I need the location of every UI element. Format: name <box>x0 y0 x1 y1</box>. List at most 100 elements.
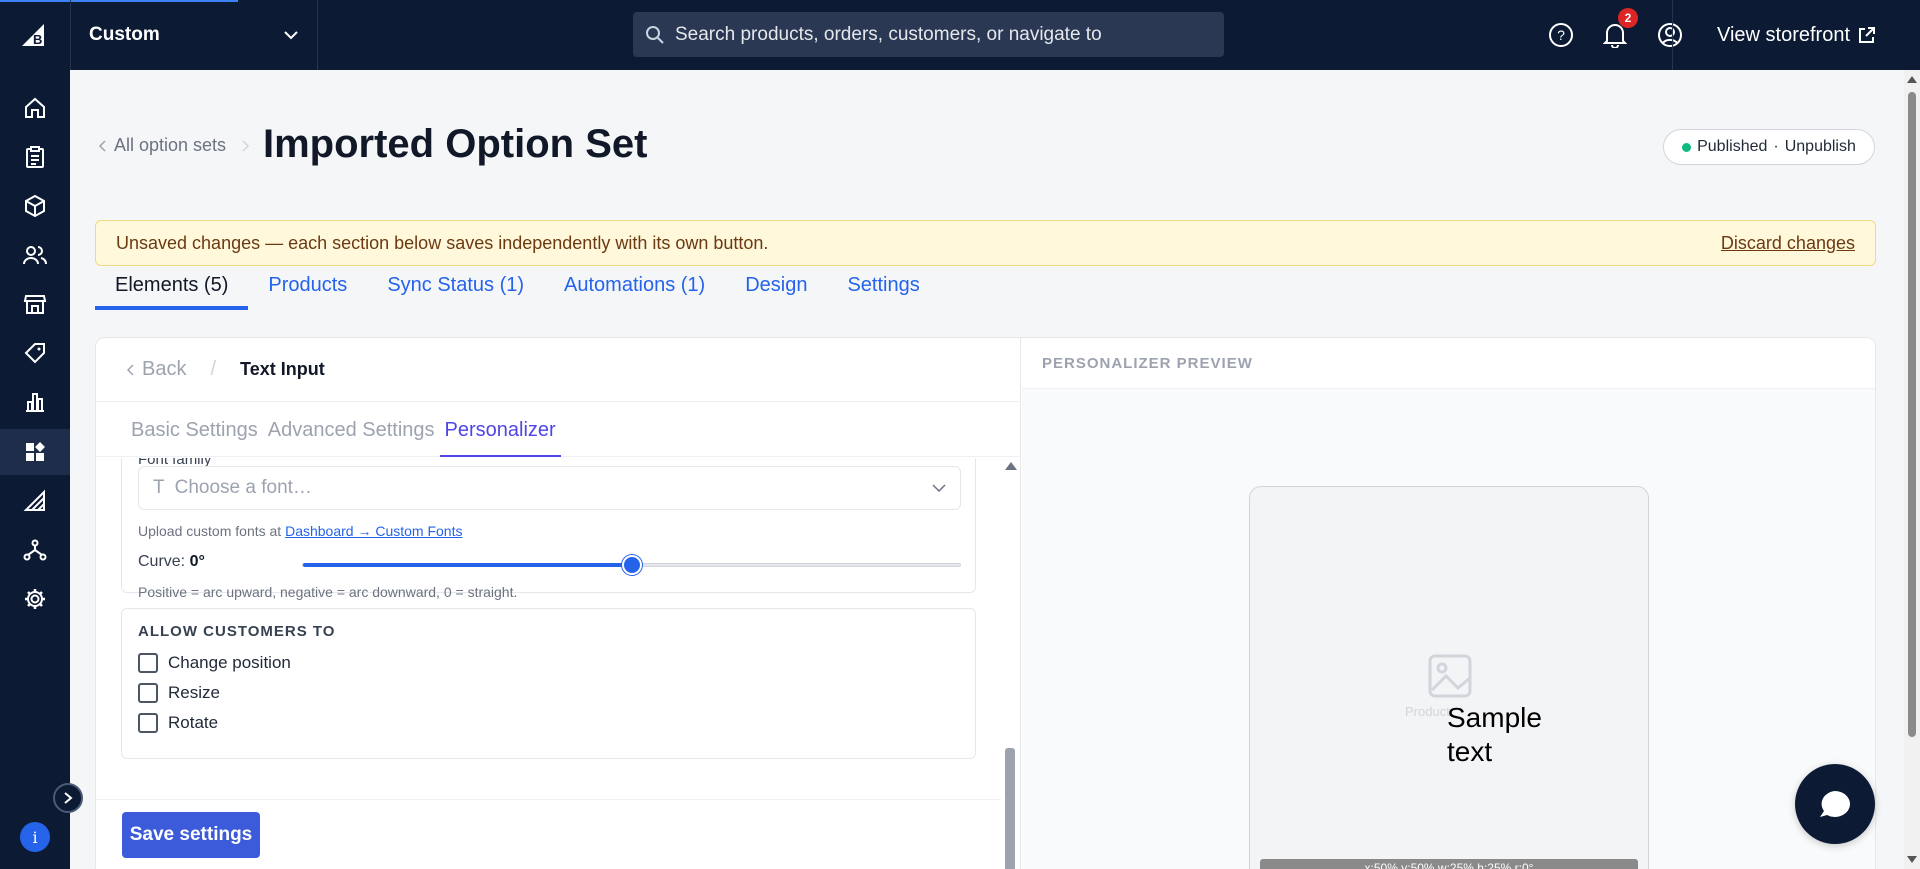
chat-icon <box>1820 791 1850 817</box>
product-preview-frame[interactable]: Product Sample text x:50% y:50% w:25% h:… <box>1249 486 1649 869</box>
text-icon: T <box>153 477 165 498</box>
sidebar-item-home[interactable] <box>0 85 70 131</box>
sidebar-item-channels[interactable] <box>0 478 70 524</box>
page-scroll-down-arrow[interactable] <box>1907 856 1917 863</box>
home-icon <box>25 97 45 118</box>
main-tabs: Elements (5) Products Sync Status (1) Au… <box>95 268 940 310</box>
custom-fonts-link[interactable]: Dashboard → Custom Fonts <box>285 523 462 539</box>
curve-slider-thumb[interactable] <box>621 555 642 575</box>
unsaved-changes-alert: Unsaved changes — each section below sav… <box>95 220 1876 266</box>
back-label: Back <box>142 358 187 380</box>
image-placeholder-icon <box>1428 654 1472 698</box>
help-icon: ? <box>1549 23 1573 47</box>
users-icon <box>23 246 48 265</box>
sidebar-nav <box>0 70 70 869</box>
breadcrumb-link[interactable]: All option sets <box>114 135 226 156</box>
storefront-label: View storefront <box>1716 23 1851 46</box>
change-position-option[interactable]: Change position <box>138 653 291 673</box>
sidebar-item-apps[interactable] <box>0 429 70 475</box>
tab-elements[interactable]: Elements (5) <box>95 268 249 310</box>
subtab-basic-settings[interactable]: Basic Settings <box>126 402 263 457</box>
page-scrollbar[interactable] <box>1904 70 1920 869</box>
store-name: Custom <box>89 24 160 45</box>
tab-settings[interactable]: Settings <box>827 268 939 310</box>
expand-sidebar-button[interactable] <box>53 783 83 813</box>
channels-icon <box>23 489 45 511</box>
unpublish-link[interactable]: Unpublish <box>1785 138 1856 156</box>
rotate-label: Rotate <box>168 713 219 732</box>
sidebar-item-customers[interactable] <box>0 232 70 278</box>
scroll-up-arrow[interactable] <box>1005 462 1017 470</box>
sidebar-item-analytics[interactable] <box>0 379 70 425</box>
tab-design[interactable]: Design <box>725 268 827 310</box>
position-info-strip: x:50% y:50% w:25% h:25% r:0° <box>1260 859 1638 869</box>
allow-customers-title: ALLOW CUSTOMERS TO <box>138 623 336 640</box>
breadcrumb[interactable]: All option sets <box>98 135 250 156</box>
notifications-button[interactable]: 2 <box>1598 8 1638 52</box>
image-placeholder-label: Product <box>1405 704 1450 719</box>
logo-icon: B <box>22 24 44 47</box>
notification-badge: 2 <box>1618 8 1638 28</box>
chevron-left-icon <box>126 363 134 376</box>
personalized-sample-text[interactable]: Sample text <box>1447 701 1567 769</box>
tab-automations[interactable]: Automations (1) <box>544 268 725 310</box>
search-icon <box>646 25 664 44</box>
curve-slider[interactable] <box>302 555 961 575</box>
info-button[interactable]: i <box>20 822 50 852</box>
settings-scrollbar[interactable] <box>1003 458 1017 869</box>
font-settings-section: Font family T Choose a font… Upload cust… <box>121 458 976 600</box>
store-selector[interactable]: Custom <box>70 0 318 70</box>
resize-checkbox[interactable] <box>138 683 158 703</box>
gear-icon <box>25 589 45 609</box>
element-settings-pane: Back / Text Input Basic Settings Advance… <box>96 338 1021 869</box>
curve-value: 0° <box>189 553 205 570</box>
sidebar-item-marketing[interactable] <box>0 330 70 376</box>
back-button[interactable]: Back <box>126 358 186 381</box>
change-position-checkbox[interactable] <box>138 653 158 673</box>
store-icon <box>23 295 47 314</box>
sidebar-item-products[interactable] <box>0 183 70 229</box>
font-family-select[interactable]: T Choose a font… <box>138 466 961 510</box>
discard-changes-link[interactable]: Discard changes <box>1721 233 1855 254</box>
settings-scroll-area[interactable]: Font family T Choose a font… Upload cust… <box>96 458 1021 798</box>
sidebar-item-storefront[interactable] <box>0 281 70 327</box>
status-separator: · <box>1773 138 1779 155</box>
sidebar-item-integrations[interactable] <box>0 527 70 573</box>
bigcommerce-logo[interactable]: B <box>0 0 70 70</box>
global-search-input[interactable]: Search products, orders, customers, or n… <box>633 12 1224 57</box>
help-button[interactable]: ? <box>1544 18 1578 52</box>
preview-title: PERSONALIZER PREVIEW <box>1022 338 1875 389</box>
publish-status-pill[interactable]: Published · Unpublish <box>1663 129 1875 165</box>
rotate-option[interactable]: Rotate <box>138 713 218 733</box>
rotate-checkbox[interactable] <box>138 713 158 733</box>
tab-sync-status[interactable]: Sync Status (1) <box>367 268 544 310</box>
subtab-personalizer[interactable]: Personalizer <box>439 402 561 457</box>
bar-chart-icon <box>26 393 44 412</box>
upload-fonts-hint: Upload custom fonts at Dashboard → Custo… <box>138 523 462 539</box>
chat-button[interactable] <box>1795 764 1875 844</box>
svg-text:B: B <box>33 32 42 47</box>
apps-icon <box>26 442 45 461</box>
sidebar-item-settings[interactable] <box>0 576 70 622</box>
breadcrumb-separator: / <box>210 358 217 380</box>
resize-option[interactable]: Resize <box>138 683 220 703</box>
chevron-left-icon <box>98 139 106 152</box>
page-scrollbar-thumb[interactable] <box>1908 92 1916 737</box>
chevron-right-icon <box>64 792 73 804</box>
scrollbar-thumb[interactable] <box>1005 748 1015 869</box>
page-scroll-up-arrow[interactable] <box>1907 76 1917 83</box>
save-settings-button[interactable]: Save settings <box>122 812 260 858</box>
allow-customers-section: ALLOW CUSTOMERS TO Change position Resiz… <box>121 608 976 759</box>
curve-label-text: Curve: <box>138 553 186 570</box>
status-dot <box>1682 142 1692 152</box>
chevron-right-icon <box>242 139 250 152</box>
tab-products[interactable]: Products <box>248 268 367 310</box>
view-storefront-link[interactable]: View storefront <box>1672 0 1920 70</box>
curve-slider-fill <box>303 563 632 567</box>
upload-hint-text: Upload custom fonts at <box>138 523 282 539</box>
element-name: Text Input <box>240 359 325 379</box>
sidebar-item-orders[interactable] <box>0 134 70 180</box>
element-subtabs: Basic Settings Advanced Settings Persona… <box>96 402 1021 457</box>
subtab-advanced-settings[interactable]: Advanced Settings <box>263 402 440 457</box>
chevron-down-icon <box>284 31 298 40</box>
